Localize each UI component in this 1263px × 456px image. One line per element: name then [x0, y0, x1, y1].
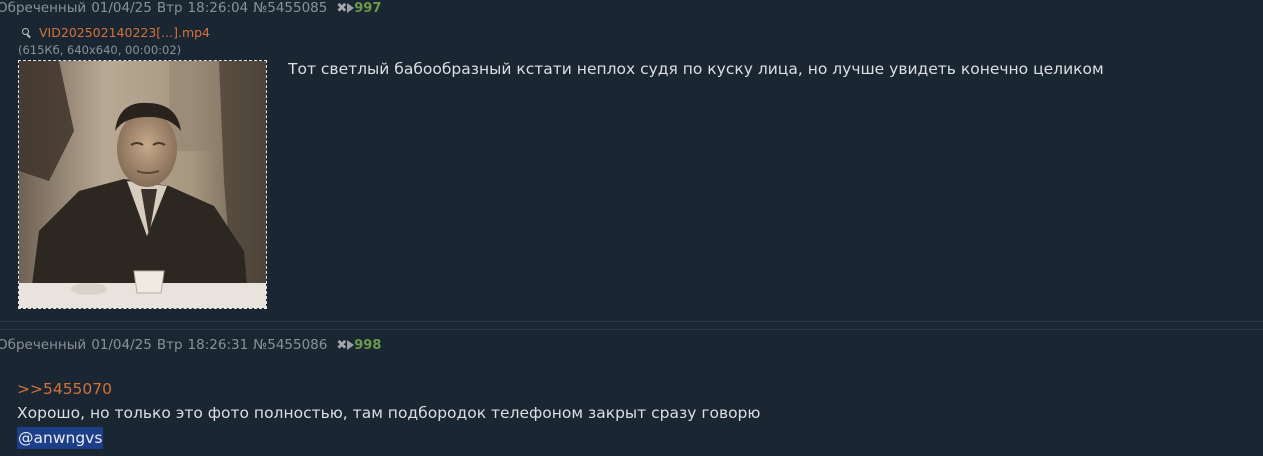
- post-id-link[interactable]: №5455085: [253, 0, 327, 16]
- post-message: Тот светлый бабообразный кстати неплох с…: [288, 60, 1104, 78]
- post-number: 997: [354, 0, 382, 16]
- post-date: 01/04/25: [91, 0, 152, 16]
- close-icon[interactable]: ✖: [336, 338, 347, 353]
- close-icon[interactable]: ✖: [336, 1, 347, 16]
- file-name-link[interactable]: VID202502140223[...].mp4: [39, 25, 210, 40]
- play-icon[interactable]: [347, 340, 355, 350]
- post-details: Обреченный 01/04/25 Втр 18:26:04 №545508…: [0, 0, 381, 16]
- post-time: 18:26:04: [187, 0, 249, 16]
- post-date: 01/04/25: [91, 337, 152, 353]
- mention-link[interactable]: @anwngvs: [17, 427, 104, 449]
- search-icon[interactable]: [22, 28, 31, 37]
- post-details: Обреченный 01/04/25 Втр 18:26:31 №545508…: [0, 337, 381, 353]
- post-id-link[interactable]: №5455086: [253, 337, 327, 353]
- post-998: Обреченный 01/04/25 Втр 18:26:31 №545508…: [0, 330, 1263, 456]
- play-icon[interactable]: [347, 3, 355, 13]
- post-divider: [0, 321, 1263, 322]
- post-day: Втр: [156, 337, 183, 353]
- post-time: 18:26:31: [187, 337, 249, 353]
- reply-link[interactable]: >>5455070: [17, 380, 112, 398]
- file-info: VID202502140223[...].mp4: [22, 25, 210, 40]
- video-thumbnail[interactable]: [18, 60, 267, 309]
- post-day: Втр: [156, 0, 183, 16]
- post-number: 998: [354, 337, 382, 353]
- thumbnail-image: [19, 61, 266, 308]
- file-meta: (615Кб, 640x640, 00:00:02): [18, 43, 182, 57]
- post-message: Хорошо, но только это фото полностью, та…: [17, 404, 761, 422]
- poster-name: Обреченный: [0, 0, 87, 16]
- poster-name: Обреченный: [0, 337, 87, 353]
- post-997: Обреченный 01/04/25 Втр 18:26:04 №545508…: [0, 0, 1263, 322]
